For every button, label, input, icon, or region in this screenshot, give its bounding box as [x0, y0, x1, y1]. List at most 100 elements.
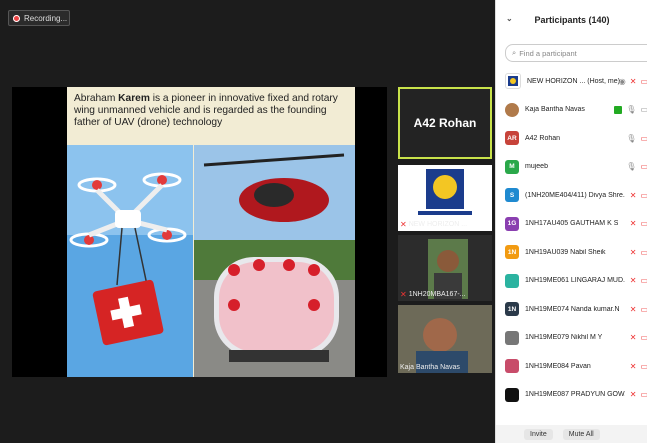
participant-name: 1NH19ME087 PRADYUN GOW... — [525, 391, 625, 399]
video-tile[interactable]: Kaja Bantha Navas — [398, 305, 492, 373]
mic-muted-icon: ✕ — [629, 219, 637, 229]
participant-status: ✕ ▭ — [630, 352, 647, 381]
participant-row[interactable]: 1NH19ME084 Pavan ✕ ▭ — [496, 352, 647, 381]
participant-status: 🎙︎ ▭ — [626, 153, 647, 182]
slide-text: Abraham Karem is a pioneer in innovative… — [74, 93, 338, 128]
shared-screen: Abraham Karem is a pioneer in innovative… — [12, 87, 387, 377]
participant-status: ✕ ▭ — [630, 295, 647, 324]
video-off-icon: ▭ — [640, 333, 647, 343]
avatar: M — [505, 159, 519, 174]
participant-row[interactable]: 1NH19ME079 Nikhil M Y ✕ ▭ — [496, 324, 647, 353]
participant-name: 1NH17AU405 GAUTHAM K S — [525, 220, 619, 228]
recording-label: Recording... — [24, 13, 68, 23]
participants-header: ⌄ Participants (140) — [496, 0, 647, 40]
participant-name: 1NH19ME079 Nikhil M Y — [525, 334, 603, 342]
meeting-video-area: Recording... Abraham Karem is a pioneer … — [0, 0, 495, 443]
mic-muted-icon: ✕ — [629, 390, 637, 400]
avatar — [505, 102, 519, 117]
mic-muted-icon: ✕ — [629, 76, 637, 86]
avatar — [505, 273, 519, 288]
video-off-icon: ▭ — [640, 133, 647, 143]
participant-name: 1NH19AU039 Nabil Sheik — [525, 248, 606, 256]
video-off-icon: ▭ — [640, 247, 647, 257]
participant-row[interactable]: 1G 1NH17AU405 GAUTHAM K S ✕ ▭ — [496, 210, 647, 239]
participant-status: ✕ ▭ — [630, 181, 647, 210]
invite-button[interactable]: Invite — [524, 428, 553, 440]
mic-icon: 🎙︎ — [626, 133, 637, 143]
avatar: S — [505, 188, 519, 203]
video-tile[interactable]: ✕ NEW HORIZON ... — [398, 165, 492, 231]
participant-status: ✕ ▭ — [630, 324, 647, 353]
participants-title: Participants (140) — [534, 15, 610, 25]
participant-status: ◉ ✕ ▭ — [619, 67, 647, 96]
avatar: 1G — [505, 216, 519, 231]
participant-row[interactable]: M mujeeb 🎙︎ ▭ — [496, 153, 647, 182]
tile-label: ✕ NEW HORIZON ... — [400, 220, 468, 229]
participant-status: 🎙︎ ▭ — [614, 96, 647, 125]
participant-status: ✕ ▭ — [630, 381, 647, 410]
tile-label: ✕ 1NH20MBA167-... — [400, 290, 466, 299]
mic-muted-icon: ✕ — [400, 220, 407, 229]
video-off-icon: ▭ — [640, 190, 647, 200]
avatar — [505, 73, 521, 90]
mic-muted-icon: ✕ — [629, 276, 637, 286]
participant-status: ✕ ▭ — [630, 267, 647, 296]
participant-list: NEW HORIZON ... (Host, me) ◉ ✕ ▭ Kaja Bant… — [496, 67, 647, 409]
avatar: 1N — [505, 302, 519, 317]
mic-icon: 🎙︎ — [626, 105, 637, 115]
video-off-icon: ▭ — [640, 390, 647, 400]
tile-label: Kaja Bantha Navas — [400, 364, 460, 371]
participant-video — [398, 305, 492, 373]
mic-muted-icon: ✕ — [629, 247, 637, 257]
share-icon — [614, 105, 623, 114]
participant-row[interactable]: 1N 1NH19ME074 Nanda kumar.N ✕ ▭ — [496, 295, 647, 324]
participants-footer: Invite Mute All — [496, 425, 647, 443]
participant-status: ✕ ▭ — [630, 238, 647, 267]
participant-row[interactable]: S (1NH20ME404/411) Divya Shre... ✕ ▭ — [496, 181, 647, 210]
participant-status: 🎙︎ ▭ — [626, 124, 647, 153]
video-icon: ▭ — [640, 105, 647, 115]
participant-row[interactable]: 1NH19ME087 PRADYUN GOW... ✕ ▭ — [496, 381, 647, 410]
participant-name: NEW HORIZON ... (Host, me) — [527, 77, 620, 85]
video-tile[interactable]: ✕ 1NH20MBA167-... — [398, 235, 492, 301]
video-off-icon: ▭ — [640, 162, 647, 172]
mute-all-button[interactable]: Mute All — [562, 428, 600, 440]
avatar — [505, 359, 519, 374]
participant-name: (1NH20ME404/411) Divya Shre... — [525, 191, 625, 199]
participant-name: 1NH19ME084 Pavan — [525, 362, 591, 370]
participant-row[interactable]: NEW HORIZON ... (Host, me) ◉ ✕ ▭ — [496, 67, 647, 96]
mic-muted-icon: ✕ — [629, 190, 637, 200]
participant-row[interactable]: Kaja Bantha Navas 🎙︎ ▭ — [496, 96, 647, 125]
participant-name: 1NH19ME061 LINGARAJ MUD... — [525, 277, 625, 285]
participant-name: Kaja Bantha Navas — [525, 106, 585, 114]
chevron-down-icon[interactable]: ⌄ — [506, 14, 513, 23]
presentation-slide: Abraham Karem is a pioneer in innovative… — [67, 87, 355, 377]
video-off-icon: ▭ — [640, 361, 647, 371]
video-off-icon: ▭ — [640, 219, 647, 229]
mic-muted-icon: ✕ — [629, 333, 637, 343]
mic-muted-icon: ✕ — [629, 361, 637, 371]
participant-name: A42 Rohan — [525, 134, 561, 142]
mic-icon: 🎙︎ — [626, 162, 637, 172]
video-off-icon: ▭ — [640, 76, 647, 86]
mic-muted-icon: ✕ — [400, 290, 407, 299]
recording-indicator[interactable]: Recording... — [8, 10, 70, 26]
video-off-icon: ▭ — [640, 304, 647, 314]
helicopter-image — [194, 145, 355, 377]
video-off-icon: ▭ — [640, 276, 647, 286]
video-tile-active[interactable]: A42 Rohan — [398, 87, 492, 159]
tile-name: A42 Rohan — [413, 116, 477, 130]
participants-panel: ⌄ Participants (140) ⌕ Find a participan… — [495, 0, 647, 443]
participant-row[interactable]: AR A42 Rohan 🎙︎ ▭ — [496, 124, 647, 153]
avatar: AR — [505, 131, 519, 146]
drone-image — [67, 145, 193, 377]
avatar — [505, 330, 519, 345]
participant-name: mujeeb — [525, 163, 548, 171]
participant-status: ✕ ▭ — [630, 210, 647, 239]
participant-row[interactable]: 1N 1NH19AU039 Nabil Sheik ✕ ▭ — [496, 238, 647, 267]
participant-row[interactable]: 1NH19ME061 LINGARAJ MUD... ✕ ▭ — [496, 267, 647, 296]
avatar: 1N — [505, 245, 519, 260]
avatar — [505, 387, 519, 402]
participant-name: 1NH19ME074 Nanda kumar.N — [525, 305, 620, 313]
participant-search-input[interactable]: ⌕ Find a participant — [505, 44, 647, 62]
